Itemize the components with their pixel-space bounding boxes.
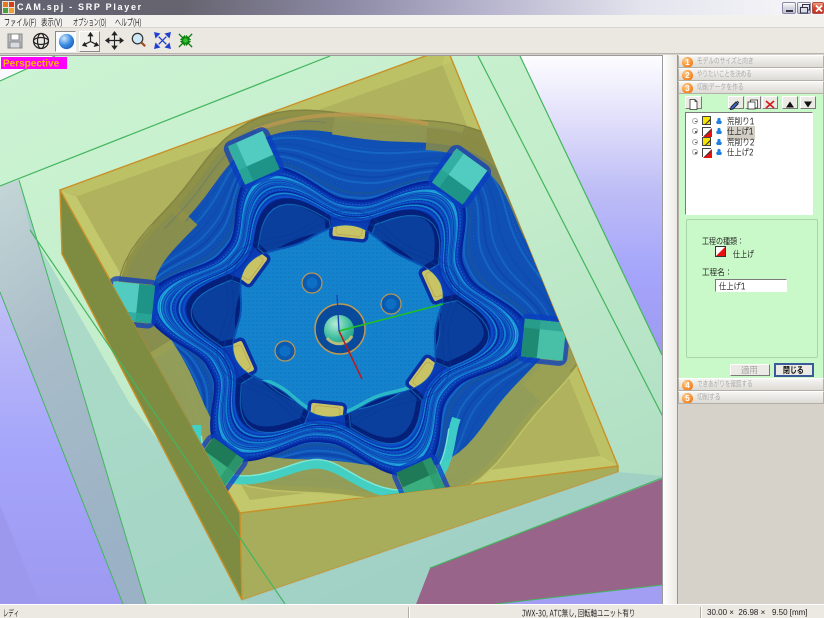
svg-text:Perspective: Perspective — [3, 59, 60, 70]
